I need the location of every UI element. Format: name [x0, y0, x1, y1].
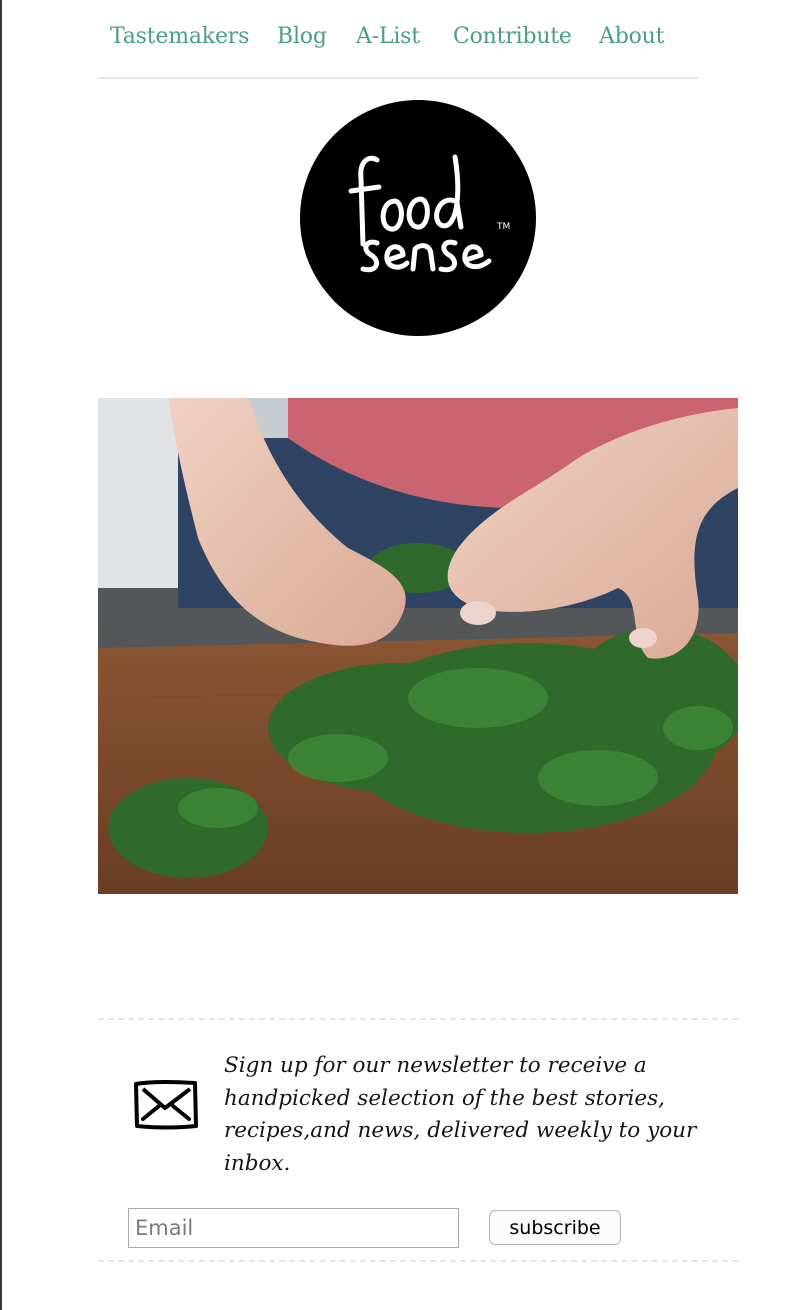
- nav-link-contribute[interactable]: Contribute: [453, 24, 572, 49]
- food-sense-logo[interactable]: TM: [299, 99, 537, 337]
- newsletter-description: Sign up for our newsletter to receive a …: [224, 1053, 697, 1176]
- envelope-icon: [134, 1080, 198, 1130]
- nav-link-tastemakers[interactable]: Tastemakers: [110, 24, 249, 49]
- hero-photo: [98, 398, 738, 894]
- nav-link-blog[interactable]: Blog: [277, 24, 327, 49]
- newsletter-signup: Sign up for our newsletter to receive a …: [98, 1018, 738, 1262]
- email-field[interactable]: [128, 1208, 459, 1248]
- window-edge: [0, 0, 2, 1310]
- subscribe-button[interactable]: subscribe: [489, 1210, 621, 1245]
- nav-link-about[interactable]: About: [599, 24, 664, 49]
- top-navigation: Tastemakers Blog A-List Contribute About: [98, 0, 698, 79]
- nav-link-a-list[interactable]: A-List: [356, 24, 420, 49]
- logo-trademark: TM: [496, 222, 510, 232]
